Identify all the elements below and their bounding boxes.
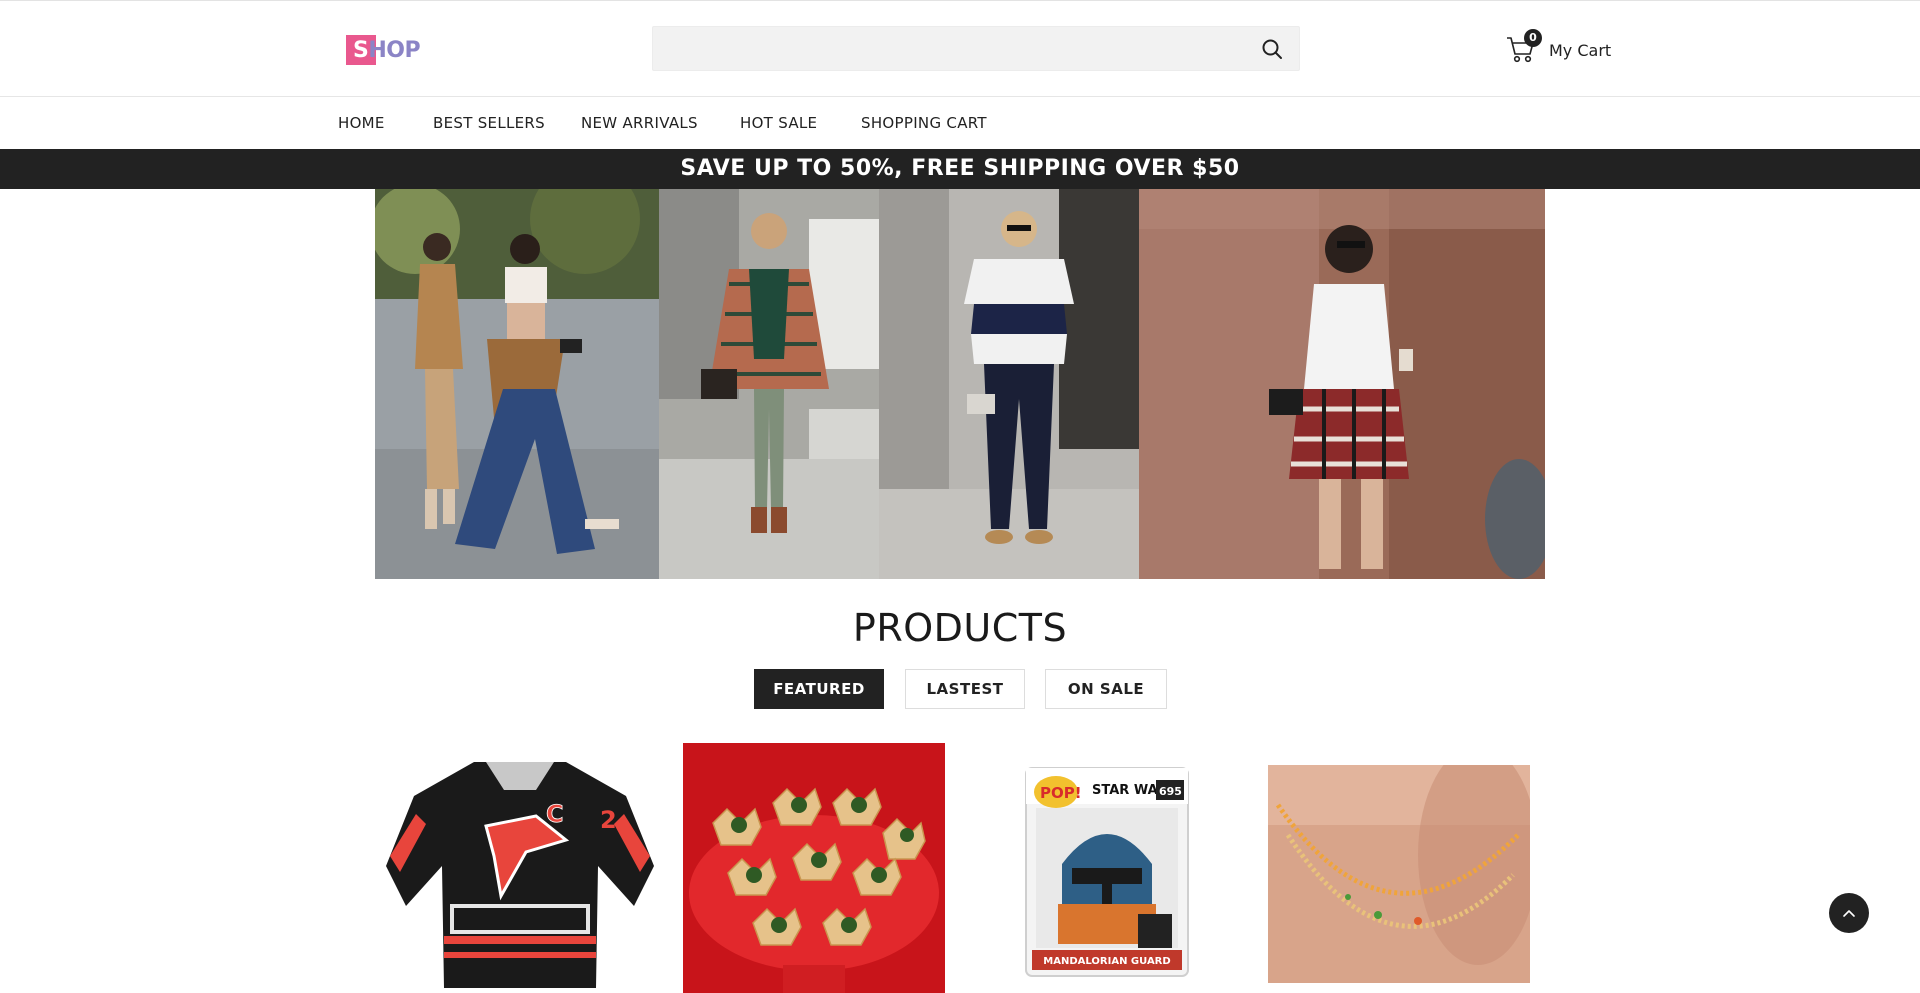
product-bead-necklace[interactable]: [1268, 765, 1530, 983]
jersey-captain-letter: C: [546, 800, 564, 828]
funko-brand: POP!: [1040, 784, 1082, 802]
jersey-number: 2: [600, 806, 617, 834]
logo-first-letter: S: [353, 38, 369, 63]
nav-new-arrivals[interactable]: NEW ARRIVALS: [581, 114, 698, 132]
tab-on-sale[interactable]: ON SALE: [1045, 669, 1167, 709]
hero-image-street-style: [375, 189, 659, 579]
scroll-to-top-button[interactable]: [1829, 893, 1869, 933]
nav-best-sellers[interactable]: BEST SELLERS: [433, 114, 545, 132]
hero-image-striped-tee: [879, 189, 1139, 579]
cart-label: My Cart: [1549, 41, 1612, 60]
tab-latest[interactable]: LASTEST: [905, 669, 1025, 709]
product-hockey-jersey[interactable]: C 2: [386, 756, 654, 993]
product-spinach-tartlets[interactable]: [683, 743, 945, 993]
nav-shopping-cart[interactable]: SHOPPING CART: [861, 114, 987, 132]
search-bar: [652, 26, 1300, 72]
products-title: PRODUCTS: [852, 606, 1068, 650]
funko-name: MANDALORIAN GUARD: [1043, 956, 1170, 967]
site-header: SHOP 0 My Cart: [0, 1, 1920, 97]
search-input[interactable]: [665, 27, 1229, 72]
hero-banner[interactable]: [375, 189, 1545, 579]
search-icon[interactable]: [1261, 38, 1283, 60]
promo-banner: SAVE UP TO 50%, FREE SHIPPING OVER $50: [0, 149, 1920, 189]
nav-home[interactable]: HOME: [338, 114, 385, 132]
tab-featured[interactable]: FEATURED: [754, 669, 884, 709]
funko-number: 695: [1159, 785, 1182, 798]
hero-image-flannel: [1139, 189, 1545, 579]
nav-hot-sale[interactable]: HOT SALE: [740, 114, 817, 132]
product-funko-pop[interactable]: POP! STAR WARS 695 MANDALORIAN GUARD: [1022, 764, 1192, 980]
chevron-up-icon: [1829, 910, 1869, 937]
cart-count-badge: 0: [1524, 29, 1542, 47]
shop-logo[interactable]: SHOP: [346, 35, 421, 67]
hero-image-plaid-scarf: [659, 189, 879, 579]
main-nav: HOME BEST SELLERS NEW ARRIVALS HOT SALE …: [0, 97, 1920, 149]
logo-text: HOP: [368, 38, 421, 63]
